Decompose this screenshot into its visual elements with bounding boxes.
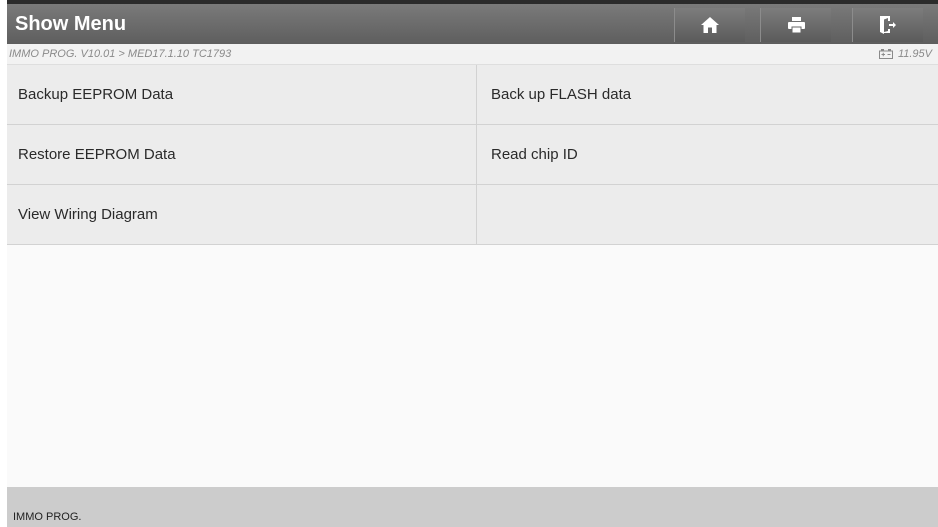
home-icon <box>701 17 719 33</box>
menu-item-empty <box>476 185 938 244</box>
breadcrumb-bar: IMMO PROG. V10.01 > MED17.1.10 TC1793 11… <box>7 44 938 65</box>
voltage-value: 11.95V <box>897 48 932 60</box>
menu-row: View Wiring Diagram <box>7 185 938 245</box>
menu-grid: Backup EEPROM Data Back up FLASH data Re… <box>7 65 938 245</box>
home-button[interactable] <box>674 8 745 42</box>
breadcrumb: IMMO PROG. V10.01 > MED17.1.10 TC1793 <box>9 48 232 60</box>
battery-icon <box>878 49 893 59</box>
footer-label: IMMO PROG. <box>13 511 82 523</box>
print-button[interactable] <box>760 8 831 42</box>
menu-row: Restore EEPROM Data Read chip ID <box>7 125 938 185</box>
menu-item-backup-eeprom[interactable]: Backup EEPROM Data <box>7 65 476 124</box>
menu-item-read-chip-id[interactable]: Read chip ID <box>476 125 938 184</box>
printer-icon <box>787 17 805 33</box>
menu-row: Backup EEPROM Data Back up FLASH data <box>7 65 938 125</box>
footer-bar: IMMO PROG. <box>7 487 938 527</box>
menu-item-view-wiring[interactable]: View Wiring Diagram <box>7 185 476 244</box>
voltage-indicator: 11.95V <box>878 44 932 64</box>
menu-item-backup-flash[interactable]: Back up FLASH data <box>476 65 938 124</box>
exit-button[interactable] <box>852 8 923 42</box>
menu-item-restore-eeprom[interactable]: Restore EEPROM Data <box>7 125 476 184</box>
exit-icon <box>880 16 896 34</box>
app-window: Show Menu IMMO PROG. V10.01 > MED17.1.10… <box>7 0 938 527</box>
page-title: Show Menu <box>15 13 127 35</box>
header-bar: Show Menu <box>7 4 938 44</box>
